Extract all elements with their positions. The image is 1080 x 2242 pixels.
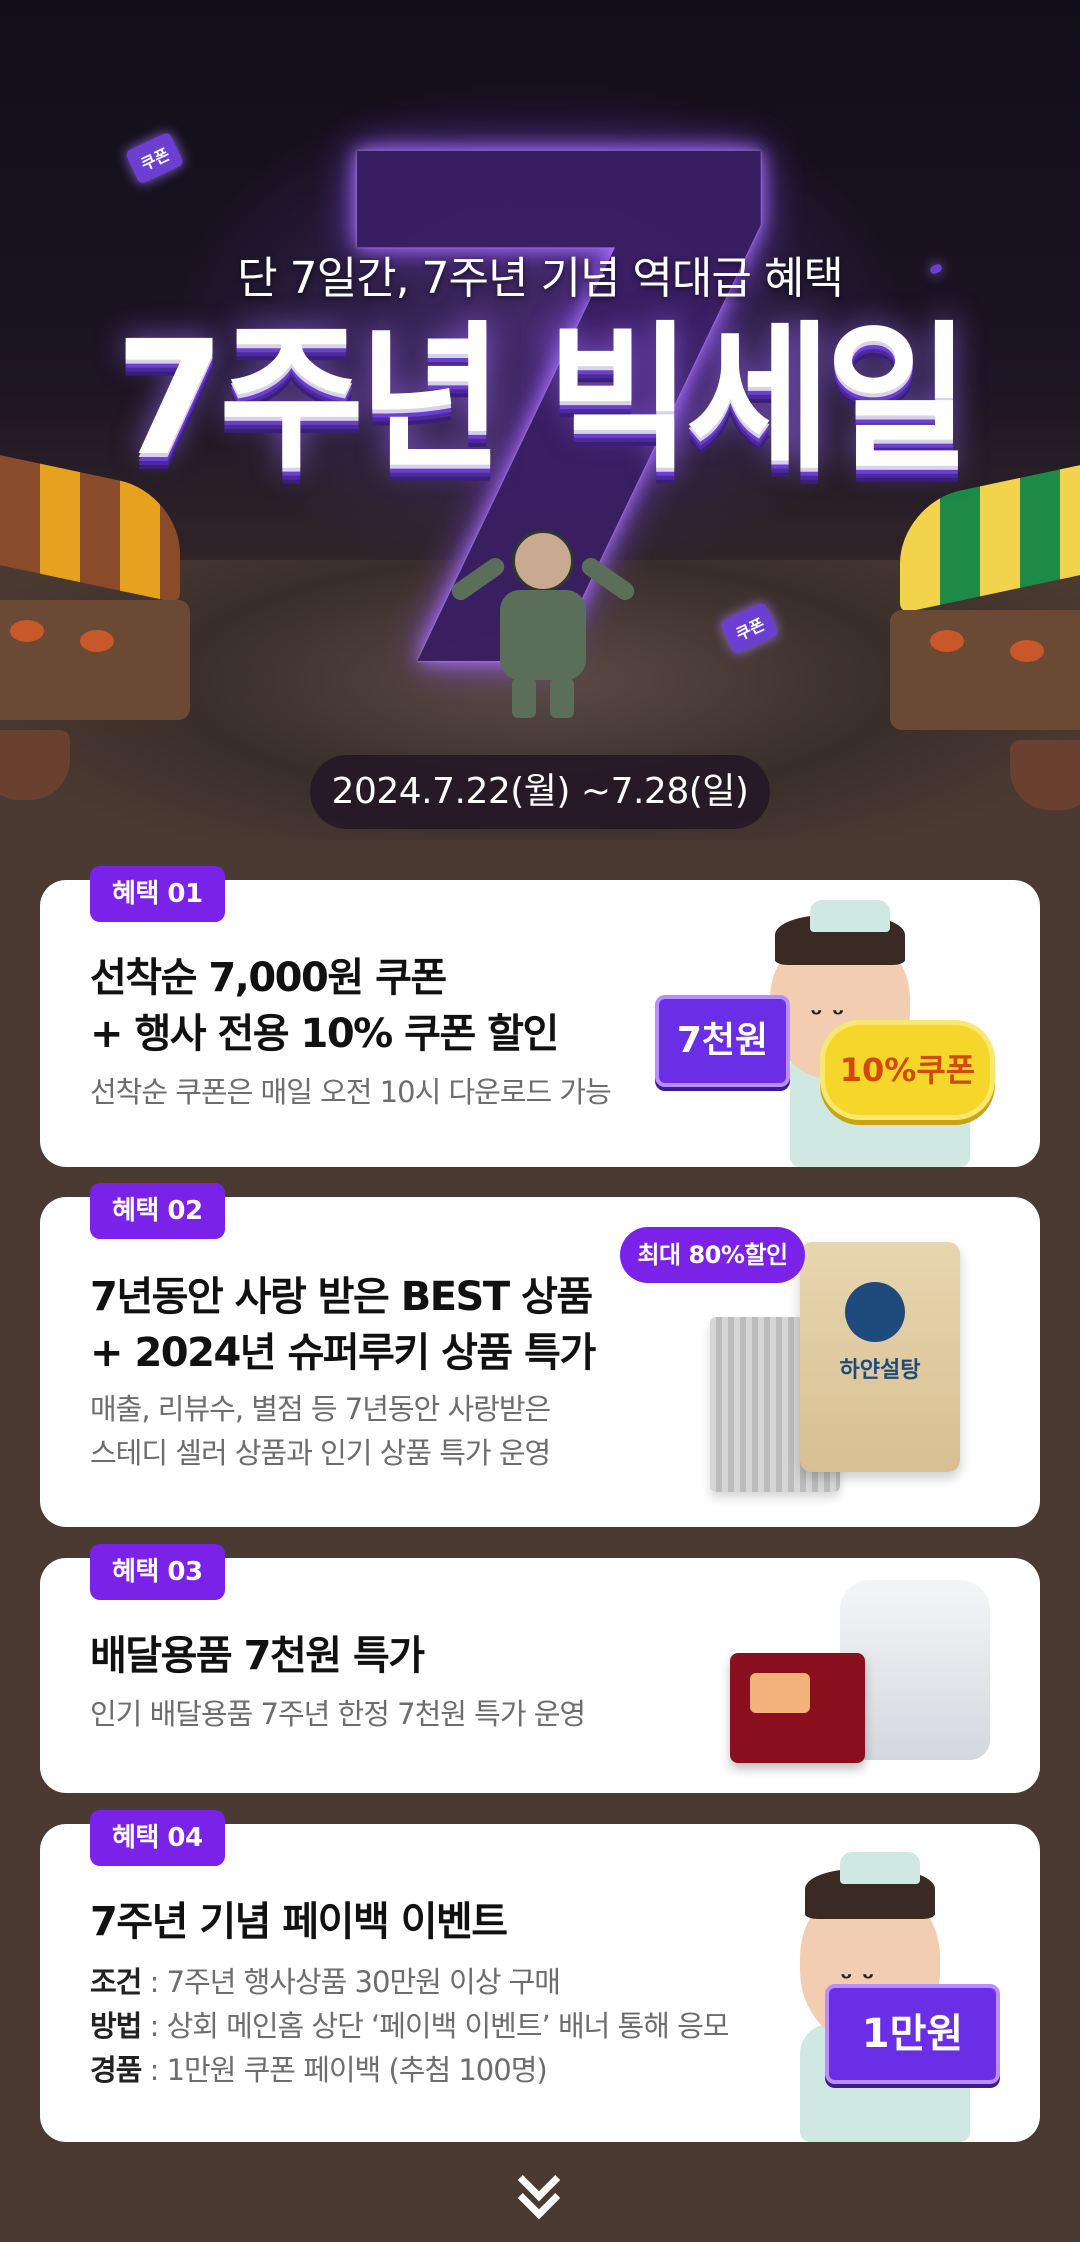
percent-coupon: 10%쿠폰 [820,1020,995,1120]
product-name: 하얀설탕 [839,1358,921,1383]
brand-logo [845,1282,905,1342]
row-key: 방법 [90,2009,142,2043]
row-key: 경품 [90,2053,142,2087]
benefit-description: 매출, 리뷰수, 별점 등 7년동안 사랑받은 [90,1392,551,1426]
benefit-title: + 2024년 슈퍼루키 상품 특가 [90,1330,596,1376]
hero-title: 7주년 빅세일 [115,307,971,491]
mascot-body [500,590,586,680]
benefit-title: 7주년 기념 페이백 이벤트 [90,1899,508,1945]
character-hat [810,900,890,932]
stall-counter [0,600,190,720]
benefit-condition-row: 조건 : 7주년 행사상품 30만원 이상 구매 [90,1960,561,2004]
benefit-badge: 혜택 03 [90,1544,225,1600]
event-date-range: 2024.7.22(월) ~7.28(일) [310,755,770,829]
benefit-card-2[interactable]: 혜택 02 7년동안 사랑 받은 BEST 상품 + 2024년 슈퍼루키 상품… [40,1183,1040,1527]
mascot-leg [512,678,536,718]
benefit-prize-row: 경품 : 1만원 쿠폰 페이백 (추첨 100명) [90,2048,548,2092]
row-value: : 7주년 행사상품 30만원 이상 구매 [141,1965,561,1999]
hero-subtitle: 단 7일간, 7주년 기념 역대급 혜택 [237,253,844,304]
benefit-card-4[interactable]: 혜택 04 7주년 기념 페이백 이벤트 조건 : 7주년 행사상품 30만원 … [40,1810,1040,2142]
mascot-character [448,530,638,720]
character-hat [840,1852,920,1884]
box-label [750,1673,810,1713]
double-chevron-down-icon[interactable] [517,2158,561,2220]
benefit-description: 스테디 셀러 상품과 인기 상품 특가 운영 [90,1436,551,1470]
benefit-badge: 혜택 02 [90,1183,225,1239]
food-item [80,630,114,652]
benefit-title: 배달용품 7천원 특가 [90,1633,425,1679]
market-stall-right [880,456,1080,810]
coupon-ticket: 7천원 [655,995,790,1087]
product-sugar-bag: 하얀설탕 [800,1242,960,1472]
product-red-box [730,1653,865,1763]
row-value: : 1만원 쿠폰 페이백 (추첨 100명) [141,2053,548,2087]
benefit-description: 인기 배달용품 7주년 한정 7천원 특가 운영 [90,1697,586,1731]
benefit-card-3[interactable]: 혜택 03 배달용품 7천원 특가 인기 배달용품 7주년 한정 7천원 특가 … [40,1544,1040,1793]
hero-banner: 7 쿠폰 쿠폰 단 7일간, 7주년 기념 역대급 혜택 7주년 빅세일 202… [0,0,1080,840]
benefit-title: 7년동안 사랑 받은 BEST 상품 [90,1274,593,1320]
benefit-description: 선착순 쿠폰은 매일 오전 10시 다운로드 가능 [90,1075,612,1109]
benefit-card-1[interactable]: 혜택 01 선착순 7,000원 쿠폰 + 행사 전용 10% 쿠폰 할인 선착… [40,866,1040,1167]
benefit-badge: 혜택 01 [90,866,225,922]
benefit-title: + 행사 전용 10% 쿠폰 할인 [90,1011,559,1057]
row-value: : 상회 메인홈 상단 ‘페이백 이벤트’ 배너 통해 응모 [141,2009,730,2043]
benefit-title: 선착순 7,000원 쿠폰 [90,955,447,1001]
food-item [930,630,964,652]
market-stall-left [0,446,200,800]
payback-coupon-ticket: 1만원 [825,1984,1000,2084]
mascot-leg [550,678,574,718]
benefit-badge: 혜택 04 [90,1810,225,1866]
stall-counter [890,610,1080,730]
floating-coupon-icon: 쿠폰 [124,131,185,185]
food-item [10,620,44,642]
benefit-method-row: 방법 : 상회 메인홈 상단 ‘페이백 이벤트’ 배너 통해 응모 [90,2004,730,2048]
discount-speech-bubble: 최대 80%할인 [620,1227,805,1283]
food-item [1010,640,1044,662]
mascot-head [512,530,574,592]
row-key: 조건 [90,1965,142,1999]
